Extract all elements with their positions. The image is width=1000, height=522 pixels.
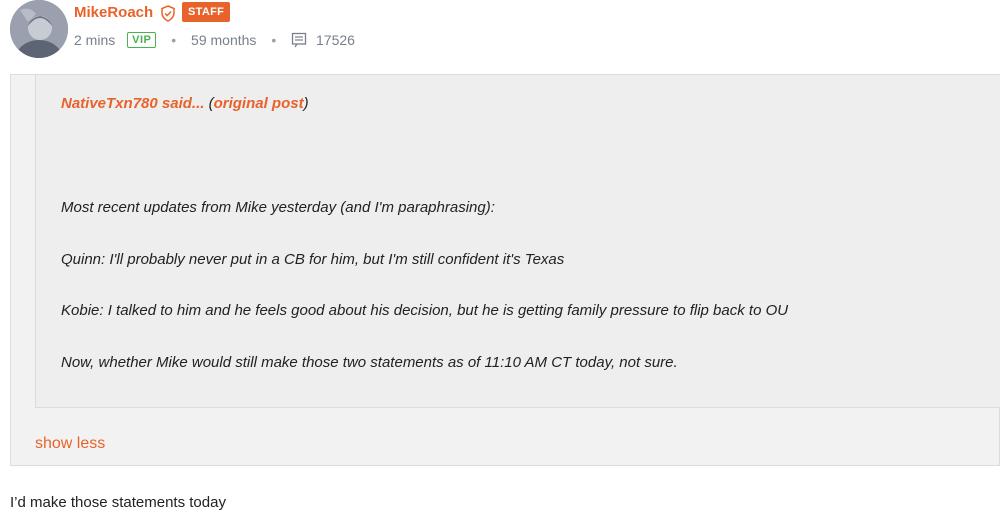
member-duration: 59 months bbox=[191, 32, 257, 49]
separator-dot: • bbox=[271, 32, 277, 49]
message-count[interactable]: 17526 bbox=[316, 32, 355, 48]
post-meta: 2 mins VIP • 59 months • 17526 bbox=[74, 31, 355, 49]
quote-attribution: NativeTxn780 said... (original post) bbox=[61, 95, 309, 112]
quote-author[interactable]: NativeTxn780 bbox=[61, 95, 158, 112]
quote-block: NativeTxn780 said... (original post) Mos… bbox=[10, 74, 1000, 466]
separator-dot: • bbox=[171, 32, 177, 49]
quote-line: Most recent updates from Mike yesterday … bbox=[61, 199, 495, 216]
reply-text: I’d make those statements today bbox=[10, 494, 226, 511]
message-lines-icon bbox=[291, 32, 307, 48]
staff-badge: STAFF bbox=[182, 2, 231, 22]
quote-line: Kobie: I talked to him and he feels good… bbox=[61, 302, 789, 319]
quote-paren-close: ) bbox=[303, 95, 309, 112]
quote-line: Now, whether Mike would still make those… bbox=[61, 354, 678, 371]
quote-paren-open: ( bbox=[204, 95, 214, 112]
post-time[interactable]: 2 mins bbox=[74, 32, 115, 48]
shield-check-icon bbox=[160, 5, 176, 22]
quote-content: NativeTxn780 said... (original post) Mos… bbox=[35, 75, 1000, 408]
original-post-link[interactable]: original post bbox=[214, 95, 304, 112]
quote-said: said... bbox=[157, 95, 205, 112]
show-less-link[interactable]: show less bbox=[35, 435, 105, 453]
username-link[interactable]: MikeRoach bbox=[74, 4, 153, 21]
vip-badge: VIP bbox=[127, 32, 157, 49]
post-header: MikeRoach STAFF 2 mins VIP • 59 months •… bbox=[10, 0, 990, 60]
avatar[interactable] bbox=[10, 0, 68, 58]
quote-line: Quinn: I'll probably never put in a CB f… bbox=[61, 251, 565, 268]
